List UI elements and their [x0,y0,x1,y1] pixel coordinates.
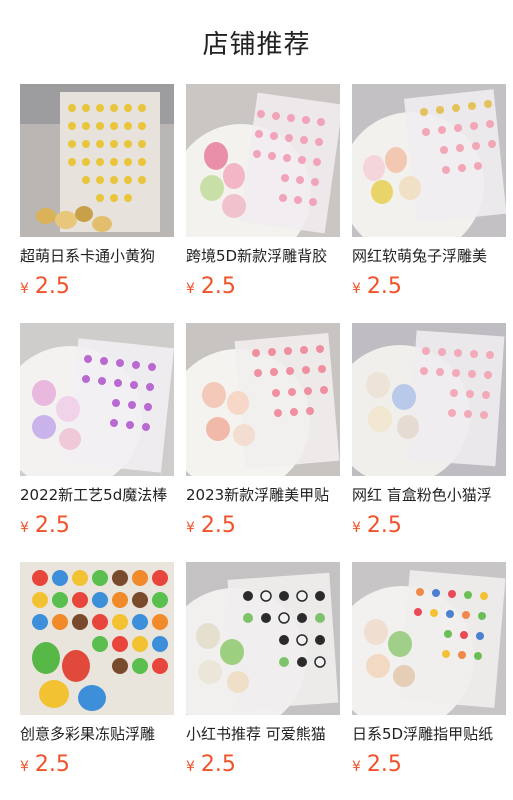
currency-symbol: ¥ [20,520,29,536]
price-value: 2.5 [366,752,402,777]
product-image[interactable] [352,323,506,476]
product-card[interactable]: 小红书推荐 可爱熊猫 ¥2.5 [186,562,340,782]
product-name[interactable]: 超萌日系卡通小黄狗 [20,245,174,267]
product-card[interactable]: 2022新工艺5d魔法棒 ¥2.5 [20,323,174,543]
page-title: 店铺推荐 [202,29,311,60]
product-name[interactable]: 网红软萌兔子浮雕美 [352,245,506,267]
product-price: ¥2.5 [352,513,402,538]
price-value: 2.5 [366,274,402,299]
product-image[interactable] [352,84,506,237]
product-image[interactable] [186,84,340,237]
price-value: 2.5 [34,274,70,299]
product-card[interactable]: 网红软萌兔子浮雕美 ¥2.5 [352,84,506,304]
product-card[interactable]: 日系5D浮雕指甲贴纸 ¥2.5 [352,562,506,782]
product-image[interactable] [20,562,174,715]
product-card[interactable]: 创意多彩果冻贴浮雕 ¥2.5 [20,562,174,782]
currency-symbol: ¥ [186,281,195,297]
product-card[interactable]: 2023新款浮雕美甲贴 ¥2.5 [186,323,340,543]
price-value: 2.5 [34,752,70,777]
product-name[interactable]: 日系5D浮雕指甲贴纸 [352,723,506,745]
product-price: ¥2.5 [20,274,70,299]
product-card[interactable]: 跨境5D新款浮雕背胶 ¥2.5 [186,84,340,304]
product-name[interactable]: 创意多彩果冻贴浮雕 [20,723,174,745]
product-image[interactable] [20,84,174,237]
product-image[interactable] [186,562,340,715]
price-value: 2.5 [200,274,236,299]
product-price: ¥2.5 [20,513,70,538]
product-name[interactable]: 2023新款浮雕美甲贴 [186,484,340,506]
product-card[interactable]: 超萌日系卡通小黄狗 ¥2.5 [20,84,174,304]
currency-symbol: ¥ [352,520,361,536]
currency-symbol: ¥ [352,759,361,775]
product-price: ¥2.5 [352,274,402,299]
product-price: ¥2.5 [186,274,236,299]
product-price: ¥2.5 [20,752,70,777]
product-price: ¥2.5 [186,752,236,777]
product-name[interactable]: 跨境5D新款浮雕背胶 [186,245,340,267]
product-card[interactable]: 网红 盲盒粉色小猫浮 ¥2.5 [352,323,506,543]
product-image[interactable] [186,323,340,476]
product-name[interactable]: 小红书推荐 可爱熊猫 [186,723,340,745]
product-price: ¥2.5 [186,513,236,538]
price-value: 2.5 [200,513,236,538]
currency-symbol: ¥ [352,281,361,297]
price-value: 2.5 [200,752,236,777]
price-value: 2.5 [34,513,70,538]
product-image[interactable] [20,323,174,476]
product-price: ¥2.5 [352,752,402,777]
product-image[interactable] [352,562,506,715]
price-value: 2.5 [366,513,402,538]
currency-symbol: ¥ [20,759,29,775]
currency-symbol: ¥ [20,281,29,297]
product-name[interactable]: 2022新工艺5d魔法棒 [20,484,174,506]
currency-symbol: ¥ [186,759,195,775]
page-header: 店铺推荐 [0,0,513,84]
currency-symbol: ¥ [186,520,195,536]
product-name[interactable]: 网红 盲盒粉色小猫浮 [352,484,506,506]
